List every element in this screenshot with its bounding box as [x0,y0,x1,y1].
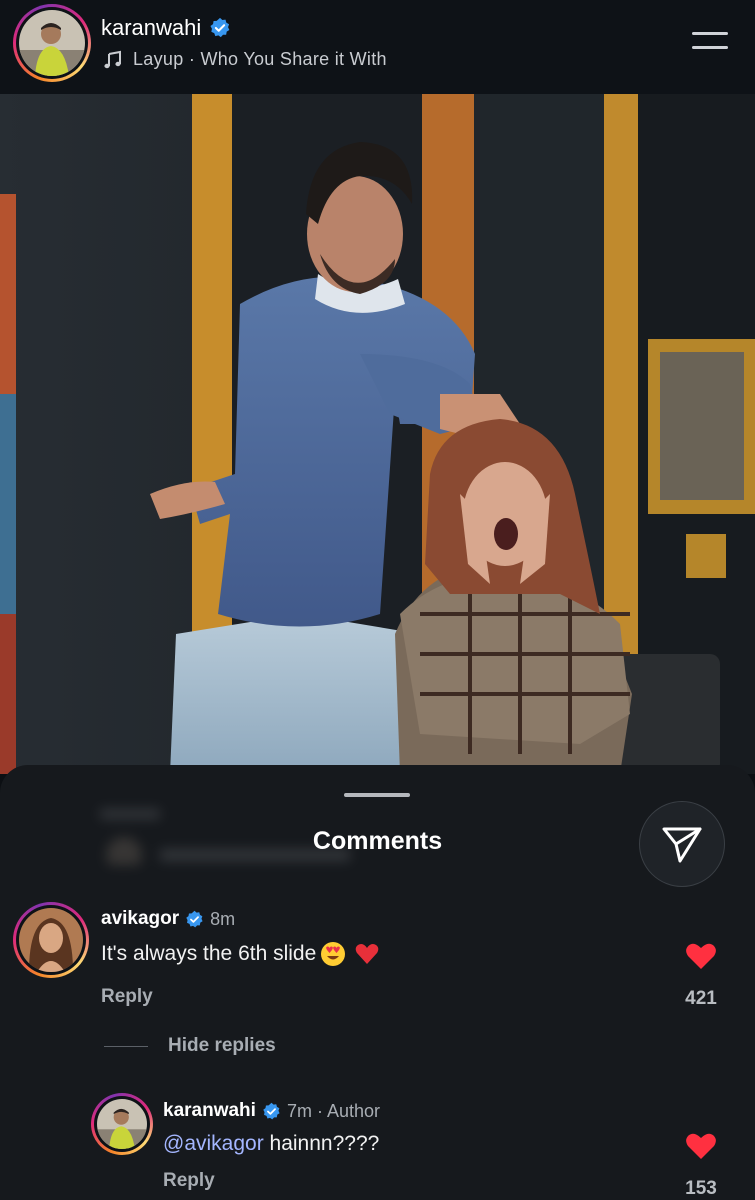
comment-username[interactable]: avikagor 8m [101,908,235,930]
hide-replies-button[interactable]: Hide replies [104,1035,276,1057]
reply-button[interactable]: Reply [163,1170,215,1192]
heart-eyes-emoji-icon [321,942,346,966]
reply-username[interactable]: karanwahi 7m · Author [163,1100,380,1122]
comment-time: 8m [210,908,236,929]
music-note-icon [104,50,121,68]
comments-sheet: Comments avikagor 8m It's always the 6th… [0,765,755,1200]
post-image [0,94,755,774]
verified-badge-icon [210,17,230,38]
verified-badge-icon [263,1102,280,1119]
heart-icon[interactable] [685,1131,717,1161]
mention-link[interactable]: @avikagor [163,1132,264,1156]
author-avatar-image [19,10,85,76]
heart-icon[interactable] [685,941,717,971]
reply-time-author: 7m · Author [286,1100,380,1121]
like-control[interactable]: 421 [671,941,731,1010]
reply-text: @avikagor hainnn???? [163,1132,380,1156]
red-heart-emoji-icon [355,944,379,964]
comment-text: It's always the 6th slide [101,941,380,967]
author-username[interactable]: karanwahi [101,15,231,41]
audio-track[interactable]: Layup · Who You Share it With [103,49,387,70]
comment-avatar-image [19,908,83,972]
verified-badge-icon [186,910,203,927]
menu-icon[interactable] [690,28,730,56]
comment-avatar[interactable] [13,902,89,978]
like-control[interactable]: 153 [671,1131,731,1200]
divider-line [104,1045,148,1047]
post-photo[interactable] [0,94,755,774]
author-avatar[interactable] [13,4,91,82]
send-button[interactable] [639,801,725,887]
post-header: karanwahi Layup · Who You Share it With [0,0,755,94]
reply-button[interactable]: Reply [101,986,153,1008]
send-icon [662,827,702,863]
reply-avatar-image [97,1099,147,1149]
reply-avatar[interactable] [91,1093,153,1155]
like-count: 153 [685,1178,717,1199]
like-count: 421 [685,988,717,1009]
